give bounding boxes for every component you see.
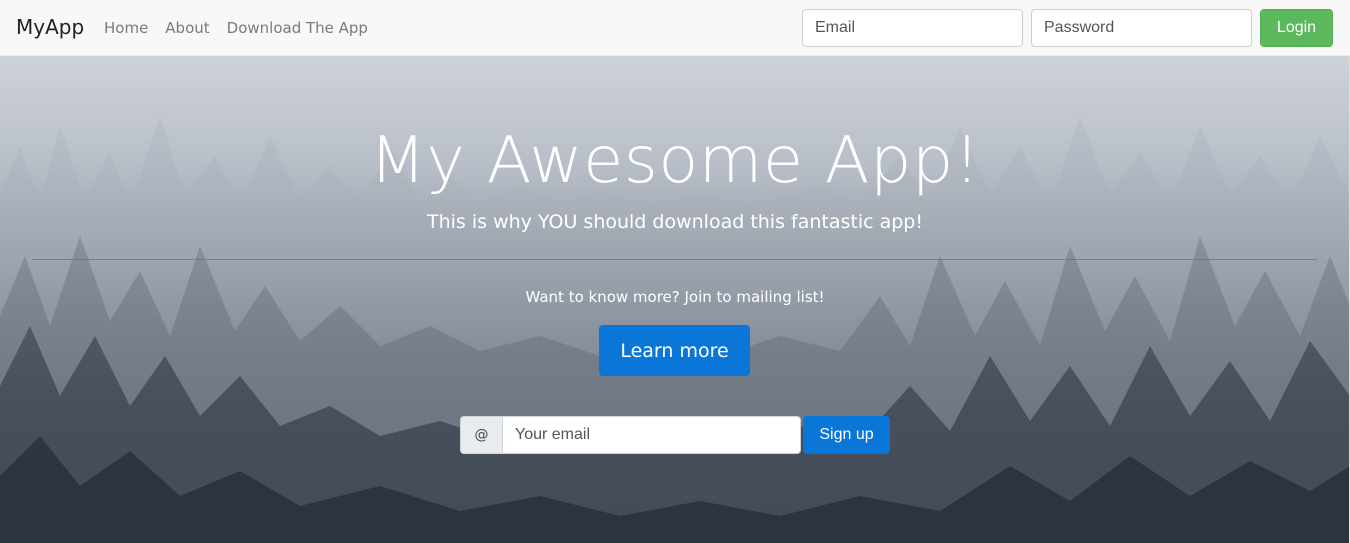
hero-subtitle: This is why YOU should download this fan… [427, 211, 923, 233]
hero-divider [32, 259, 1317, 260]
login-button[interactable]: Login [1260, 9, 1333, 47]
mailing-list-prompt: Want to know more? Join to mailing list! [525, 288, 825, 306]
signup-button[interactable]: Sign up [803, 416, 890, 454]
hero-section: My Awesome App! This is why YOU should d… [0, 56, 1350, 543]
nav-link-download[interactable]: Download The App [227, 19, 368, 37]
brand-logo-text[interactable]: MyApp [16, 15, 84, 39]
learn-more-button[interactable]: Learn more [599, 325, 750, 376]
login-password-input[interactable] [1031, 9, 1252, 47]
signup-form: @ Sign up [460, 416, 890, 454]
login-email-input[interactable] [802, 9, 1023, 47]
at-symbol-icon: @ [460, 416, 502, 454]
top-navbar: MyApp Home About Download The App Login [0, 0, 1350, 56]
signup-email-input[interactable] [502, 416, 801, 454]
nav-links: Home About Download The App [104, 19, 368, 37]
nav-link-home[interactable]: Home [104, 19, 148, 37]
nav-link-about[interactable]: About [165, 19, 209, 37]
hero-title: My Awesome App! [369, 124, 981, 198]
